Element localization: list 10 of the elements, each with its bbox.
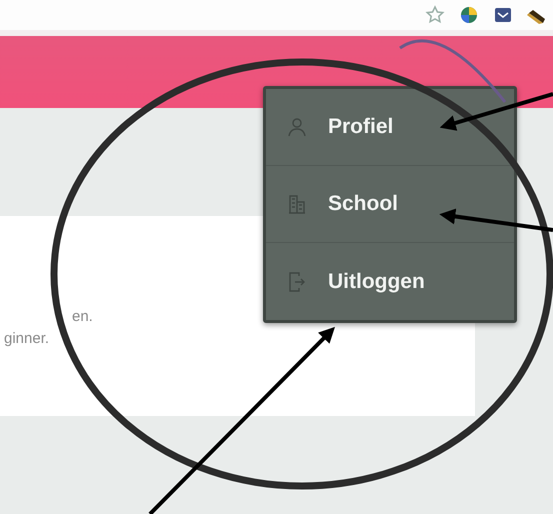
colorful-circle-icon[interactable] xyxy=(459,5,479,25)
person-icon xyxy=(288,117,306,137)
menu-item[interactable]: Uitloggen xyxy=(266,243,514,320)
text-fragment: ginner. xyxy=(4,330,50,347)
logout-icon xyxy=(288,270,306,292)
star-icon[interactable] xyxy=(425,5,445,25)
building-icon xyxy=(288,194,306,214)
menu-item[interactable]: School xyxy=(266,166,514,243)
text-fragment: en. xyxy=(72,308,93,325)
menu-item[interactable]: Profiel xyxy=(266,89,514,166)
